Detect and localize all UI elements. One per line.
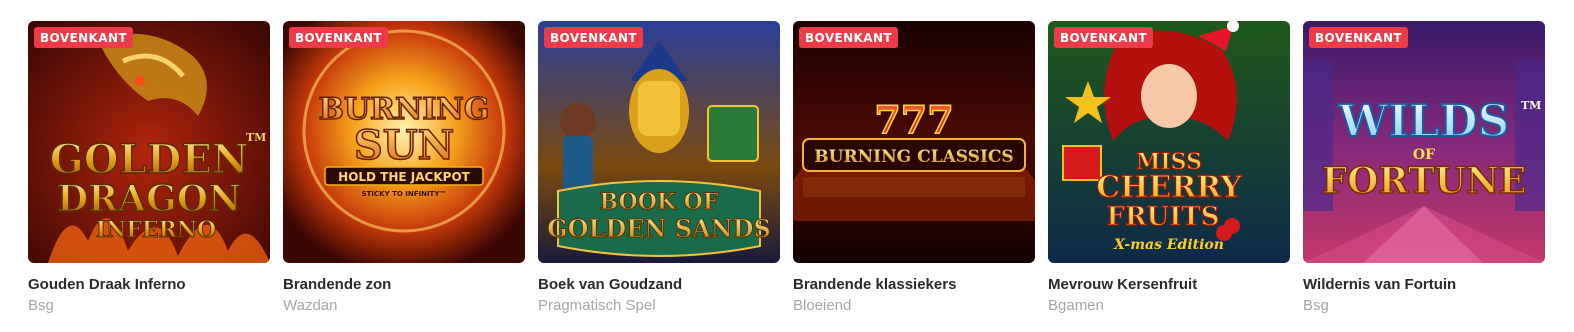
art-line-3: FORTUNE <box>1322 160 1527 202</box>
game-card[interactable]: BOVENKANT GOLDEN DRAGON INFERNO TM Goude… <box>28 21 270 314</box>
game-thumbnail[interactable]: BOVENKANT <box>793 21 1035 263</box>
game-artwork: GOLDEN DRAGON INFERNO TM <box>28 21 270 263</box>
art-line-1: BOOK OF <box>600 189 719 215</box>
game-artwork: WILDS OF FORTUNE TM <box>1303 21 1545 263</box>
game-title[interactable]: Gouden Draak Inferno <box>28 276 270 294</box>
game-provider: Bloeiend <box>793 297 852 314</box>
top-badge: BOVENKANT <box>799 27 898 48</box>
art-line-2: SUN <box>354 122 454 169</box>
game-provider: Bsg <box>28 297 54 314</box>
art-line-3: HOLD THE JACKPOT <box>338 170 470 184</box>
art-line-3: INFERNO <box>96 217 216 243</box>
game-card[interactable]: BOVENKANT BURNING SUN HOLD THE JACKPOT S… <box>283 21 525 314</box>
art-trademark: TM <box>1521 99 1541 112</box>
game-thumbnail[interactable]: BOVENKANT GOLDEN DRAGON INFERNO TM <box>28 21 270 263</box>
game-card[interactable]: BOVENKANT <box>1303 21 1545 314</box>
top-badge: BOVENKANT <box>1309 27 1408 48</box>
top-badge: BOVENKANT <box>34 27 133 48</box>
art-line-4: X-mas Edition <box>1113 237 1224 253</box>
game-title[interactable]: Brandende zon <box>283 276 525 294</box>
art-line-1: 777 <box>874 97 953 142</box>
game-provider: Bsg <box>1303 297 1329 314</box>
game-provider: Bgamen <box>1048 297 1104 314</box>
art-line-2: GOLDEN SANDS <box>547 214 771 243</box>
game-artwork: 777 BURNING CLASSICS <box>793 21 1035 263</box>
top-badge: BOVENKANT <box>289 27 388 48</box>
game-thumbnail[interactable]: BOVENKANT <box>1303 21 1545 263</box>
art-line-1: WILDS <box>1338 96 1510 147</box>
game-artwork: MISS CHERRY FRUITS X-mas Edition <box>1048 21 1290 263</box>
game-title[interactable]: Boek van Goudzand <box>538 276 780 294</box>
art-line-2: CHERRY <box>1096 170 1242 205</box>
game-card[interactable]: BOVENKANT <box>793 21 1035 314</box>
art-line-1: GOLDEN <box>50 136 249 183</box>
game-grid: BOVENKANT GOLDEN DRAGON INFERNO TM Goude… <box>28 21 1545 314</box>
game-artwork: BURNING SUN HOLD THE JACKPOT STICKY TO I… <box>283 21 525 263</box>
art-trademark: TM <box>246 131 266 144</box>
game-thumbnail[interactable]: BOVENKANT BURNING SUN HOLD THE JACKPOT S… <box>283 21 525 263</box>
game-provider: Pragmatisch Spel <box>538 297 656 314</box>
game-thumbnail[interactable]: BOVENKANT <box>1048 21 1290 263</box>
art-line-2: BURNING CLASSICS <box>814 147 1013 167</box>
game-title[interactable]: Brandende klassiekers <box>793 276 1035 294</box>
game-thumbnail[interactable]: BOVENKANT <box>538 21 780 263</box>
game-artwork: BOOK OF GOLDEN SANDS <box>538 21 780 263</box>
art-line-4: STICKY TO INFINITY™ <box>362 190 447 198</box>
art-line-3: FRUITS <box>1106 202 1219 232</box>
game-card[interactable]: BOVENKANT <box>538 21 780 314</box>
game-title[interactable]: Wildernis van Fortuin <box>1303 276 1545 294</box>
top-badge: BOVENKANT <box>1054 27 1153 48</box>
game-provider: Wazdan <box>283 297 338 314</box>
art-line-2: DRAGON <box>57 178 241 220</box>
top-badge: BOVENKANT <box>544 27 643 48</box>
game-title[interactable]: Mevrouw Kersenfruit <box>1048 276 1290 294</box>
game-card[interactable]: BOVENKANT <box>1048 21 1290 314</box>
